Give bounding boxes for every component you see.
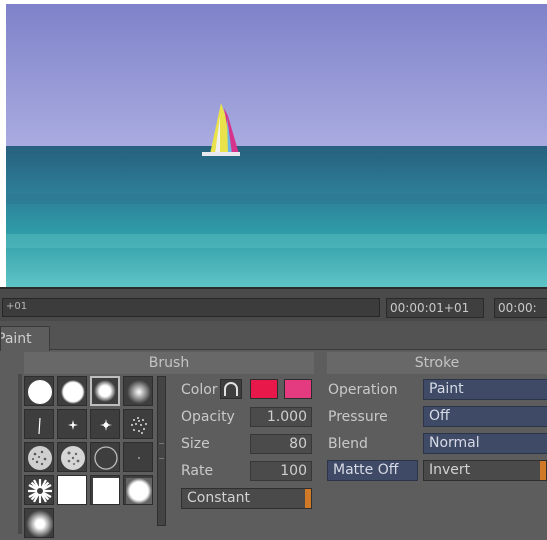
opacity-label: Opacity <box>181 409 235 425</box>
pressure-label: Pressure <box>328 409 388 425</box>
brush-soft-circle-icon[interactable] <box>57 376 87 406</box>
invert-accent <box>540 461 546 480</box>
brush-speckle-texture-icon[interactable] <box>57 442 87 472</box>
brush-small-star-icon[interactable] <box>57 409 87 439</box>
blend-dropdown[interactable]: Normal <box>423 433 547 454</box>
brush-hard-circle-icon[interactable] <box>24 376 54 406</box>
brush-white-square-icon[interactable] <box>57 475 87 505</box>
stroke-header: Stroke <box>327 352 547 374</box>
timecode-current-field[interactable]: 00:00:01+01 <box>386 298 484 318</box>
size-label: Size <box>181 436 210 452</box>
sea <box>6 146 547 287</box>
color-picker-icon[interactable] <box>220 379 242 399</box>
timecode-end-field[interactable]: 00:00: <box>494 298 547 318</box>
brush-header: Brush <box>24 352 314 374</box>
brush-soft-square-icon[interactable] <box>123 475 153 505</box>
rate-field[interactable]: 100 <box>250 461 312 481</box>
brush-hollow-circle-icon[interactable] <box>90 442 120 472</box>
color-label: Color <box>181 382 218 398</box>
mode-accent <box>305 489 311 508</box>
timeline-scrubber[interactable]: +01 <box>2 298 380 317</box>
viewer-image <box>6 4 547 287</box>
paint-panel: Paint Brush Color Opacity 1.000 Size 80 … <box>0 321 547 540</box>
opacity-field[interactable]: 1.000 <box>250 407 312 427</box>
operation-dropdown[interactable]: Paint <box>423 379 547 400</box>
blend-label: Blend <box>328 436 368 452</box>
brush-preset-scrollbar[interactable] <box>157 376 166 526</box>
secondary-color-swatch[interactable] <box>284 379 312 399</box>
timeline-ruler-label: +01 <box>6 301 28 312</box>
tab-paint[interactable]: Paint <box>0 326 50 351</box>
invert-button[interactable]: Invert <box>423 460 547 481</box>
pressure-dropdown[interactable]: Off <box>423 406 547 427</box>
timeline-bar: +01 00:00:01+01 00:00: <box>0 287 547 323</box>
invert-label: Invert <box>429 462 471 478</box>
brush-mode-label: Constant <box>187 490 250 506</box>
brush-spray-dots-icon[interactable] <box>123 409 153 439</box>
sky <box>6 4 547 146</box>
size-field[interactable]: 80 <box>250 434 312 454</box>
brush-white-square-2-icon[interactable] <box>90 475 120 505</box>
brush-tiny-dot-icon[interactable] <box>123 442 153 472</box>
matte-off-button[interactable]: Matte Off <box>327 460 418 481</box>
operation-label: Operation <box>328 382 398 398</box>
primary-color-swatch[interactable] <box>250 379 278 399</box>
brush-airbrush-icon[interactable] <box>123 376 153 406</box>
rate-label: Rate <box>181 463 214 479</box>
brush-starburst-icon[interactable] <box>24 475 54 505</box>
brush-hair-line-icon[interactable] <box>24 409 54 439</box>
brush-glow-square-icon[interactable] <box>24 508 54 538</box>
brush-frame <box>18 374 22 534</box>
brush-noise-texture-icon[interactable] <box>24 442 54 472</box>
brush-sparkle-icon[interactable] <box>90 409 120 439</box>
brush-mode-button[interactable]: Constant <box>181 488 312 509</box>
brush-feather-circle-icon[interactable] <box>90 376 120 406</box>
